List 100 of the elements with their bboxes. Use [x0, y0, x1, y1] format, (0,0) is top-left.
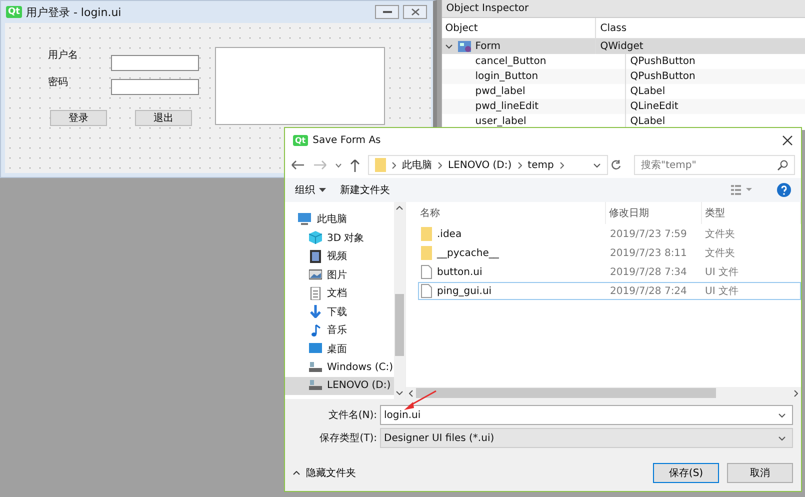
computer-icon	[297, 213, 312, 226]
form-label: 密码	[48, 76, 68, 89]
hide-folders-button[interactable]: 隐藏文件夹	[293, 466, 356, 480]
refresh-icon[interactable]	[610, 159, 622, 171]
column-header[interactable]: Object	[442, 18, 596, 38]
dialog-title: Save Form As	[312, 134, 381, 146]
tree-row[interactable]: login_Button QPushButton	[442, 69, 805, 84]
dropdown-caret-icon[interactable]	[319, 188, 326, 192]
file-date: 2019/7/23 7:59	[609, 228, 688, 240]
nav-item[interactable]: 文档	[285, 284, 394, 302]
cancel-button[interactable]: 取消	[727, 463, 793, 483]
annotation-arrow	[403, 390, 437, 412]
document-icon	[309, 286, 322, 300]
file-row[interactable]: .idea 2019/7/23 7:59 文件夹	[418, 225, 801, 243]
class-name: QLabel	[629, 116, 666, 127]
file-name: ping_gui.ui	[437, 286, 492, 296]
column-header[interactable]: Class	[596, 22, 627, 34]
scrollbar[interactable]	[406, 387, 801, 399]
file-row[interactable]: __pycache__ 2019/7/23 8:11 文件夹	[418, 244, 801, 262]
object-name: Form	[475, 41, 500, 52]
tree-row[interactable]: Form QWidget	[442, 39, 805, 54]
app-logo: Qt	[293, 134, 308, 146]
music-note-icon	[309, 324, 322, 337]
search-field[interactable]: 搜索"temp"	[634, 155, 795, 175]
scroll-left-icon[interactable]	[409, 390, 413, 396]
address-bar[interactable]: 此电脑 LENOVO (D:) temp	[368, 155, 608, 175]
chevron-icon[interactable]	[438, 162, 442, 168]
file-row[interactable]: ping_gui.ui 2019/7/28 7:24 UI 文件	[418, 282, 801, 300]
file-type: 文件夹	[704, 246, 736, 260]
file-name: button.ui	[437, 266, 482, 278]
view-options-icon[interactable]	[731, 185, 753, 195]
class-name: QPushButton	[629, 56, 696, 67]
nav-item[interactable]: LENOVO (D:)	[285, 376, 394, 395]
search-icon[interactable]	[777, 160, 788, 171]
file-type: 文件夹	[704, 228, 736, 241]
exit-button[interactable]: 退出	[135, 110, 192, 126]
caret-icon[interactable]	[293, 471, 300, 475]
scroll-right-icon[interactable]	[794, 390, 798, 396]
nav-item[interactable]: 图片	[285, 266, 394, 284]
scroll-up-icon[interactable]	[396, 206, 403, 210]
nav-item[interactable]: 音乐	[285, 321, 394, 340]
drive-icon	[309, 379, 322, 392]
nav-item[interactable]: 此电脑	[285, 210, 394, 228]
file-icon	[421, 265, 432, 279]
down-arrow-icon	[309, 305, 322, 318]
up-arrow-icon[interactable]	[350, 158, 360, 172]
nav-item[interactable]: 桌面	[285, 340, 394, 358]
app-logo: Qt	[6, 6, 22, 18]
column-header[interactable]: 名称	[406, 202, 606, 224]
dropdown-caret-icon[interactable]	[778, 436, 786, 440]
dropdown-caret-icon[interactable]	[335, 162, 342, 168]
field-label: 文件名(N):	[327, 408, 377, 422]
file-type: UI 文件	[704, 266, 740, 279]
dropdown-caret-icon[interactable]	[593, 162, 601, 168]
object-name: pwd_lineEdit	[442, 99, 626, 114]
nav-item[interactable]: 3D 对象	[285, 228, 394, 247]
file-type-dropdown[interactable]: Designer UI files (*.ui)	[380, 428, 793, 448]
class-name: QPushButton	[629, 71, 696, 82]
file-icon	[421, 284, 432, 298]
monitor-icon	[309, 342, 322, 356]
file-name: .idea	[437, 228, 462, 240]
file-date: 2019/7/28 7:24	[609, 286, 688, 296]
expand-chevron-icon[interactable]	[445, 44, 454, 50]
column-header[interactable]: 类型	[702, 202, 801, 224]
breadcrumb-item[interactable]: 此电脑	[402, 158, 432, 172]
dropdown-caret-icon[interactable]	[778, 412, 786, 418]
file-date: 2019/7/23 8:11	[609, 248, 688, 258]
minimize-icon[interactable]	[382, 10, 392, 14]
scrollbar[interactable]	[394, 202, 405, 399]
help-icon[interactable]	[777, 183, 791, 197]
nav-item[interactable]: 视频	[285, 247, 394, 266]
organize-button[interactable]: 组织	[295, 183, 315, 197]
close-button[interactable]	[403, 5, 428, 19]
chevron-icon[interactable]	[392, 162, 396, 168]
chevron-icon[interactable]	[518, 162, 522, 168]
file-name: __pycache__	[437, 248, 499, 258]
username-field[interactable]	[111, 55, 199, 71]
back-arrow-icon[interactable]	[291, 160, 305, 170]
cube-icon	[309, 231, 322, 244]
filename-field[interactable]: login.ui	[380, 405, 793, 425]
minimize-button[interactable]	[375, 5, 400, 19]
window-title: 用户登录 - login.ui	[26, 4, 122, 20]
save-button[interactable]: 保存(S)	[653, 463, 719, 483]
breadcrumb-item[interactable]: temp	[528, 160, 554, 170]
password-field[interactable]	[111, 79, 199, 95]
nav-item[interactable]: 下载	[285, 302, 394, 321]
file-row[interactable]: button.ui 2019/7/28 7:34 UI 文件	[418, 263, 801, 281]
field-label: 保存类型(T):	[318, 432, 377, 445]
breadcrumb-item[interactable]: LENOVO (D:)	[448, 160, 512, 170]
widget-icon	[458, 40, 472, 52]
form-label: 用户名	[48, 48, 78, 62]
scroll-down-icon[interactable]	[396, 391, 403, 395]
column-header[interactable]: 修改日期	[606, 202, 702, 224]
login-button[interactable]: 登录	[50, 110, 107, 126]
close-icon[interactable]	[782, 134, 793, 146]
new-folder-button[interactable]: 新建文件夹	[340, 183, 390, 197]
tree-row[interactable]: pwd_lineEdit QLineEdit	[442, 99, 805, 114]
chevron-icon[interactable]	[560, 162, 564, 168]
file-type: UI 文件	[704, 284, 740, 298]
nav-item[interactable]: Windows (C:)	[285, 358, 394, 376]
